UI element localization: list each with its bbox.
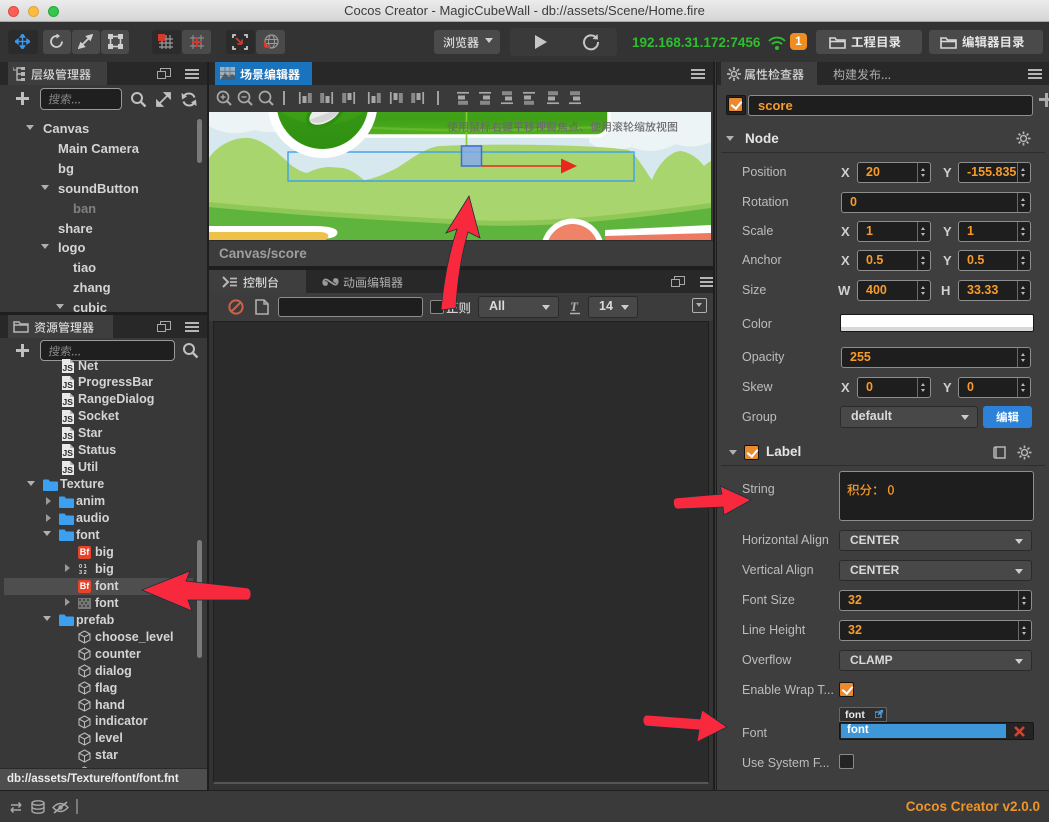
svg-text:JS: JS [63, 414, 74, 424]
svg-text:JS: JS [63, 465, 74, 475]
svg-text:JS: JS [63, 363, 74, 373]
svg-text:JS: JS [63, 397, 74, 407]
svg-text:JS: JS [63, 448, 74, 458]
svg-text:3 2: 3 2 [79, 570, 87, 576]
svg-text:T: T [570, 300, 579, 314]
svg-text:JS: JS [63, 431, 74, 441]
svg-text:JS: JS [63, 380, 74, 390]
